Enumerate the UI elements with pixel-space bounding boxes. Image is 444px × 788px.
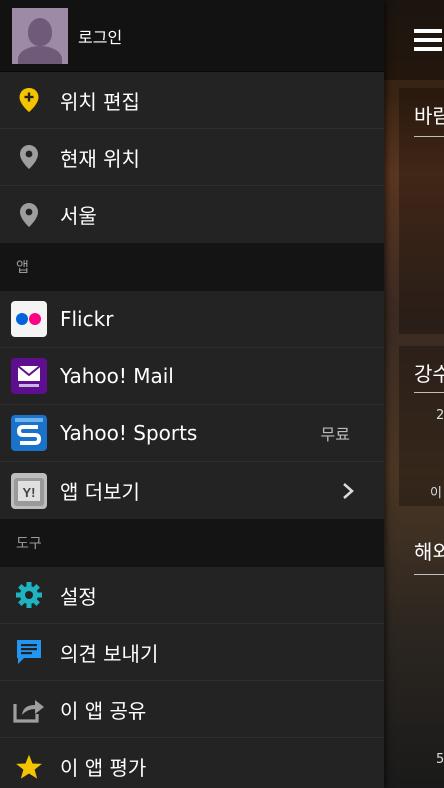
background-card-wind-title: 바람 [414, 104, 444, 128]
menu-item-edit-location[interactable]: 위치 편집 [0, 72, 384, 129]
login-label[interactable]: 로그인 [78, 24, 122, 48]
gear-icon [9, 575, 49, 615]
free-badge: 무료 [320, 425, 350, 444]
flickr-icon [9, 299, 49, 339]
menu-item-label: 이 앱 공유 [60, 698, 147, 723]
menu-icon[interactable] [414, 29, 442, 51]
star-icon [9, 747, 49, 787]
pin-icon [9, 137, 49, 177]
background-divider [414, 574, 444, 575]
menu-item-send-feedback[interactable]: 의견 보내기 [0, 624, 384, 681]
feedback-icon [9, 632, 49, 672]
avatar[interactable] [12, 7, 68, 64]
menu-item-settings[interactable]: 설정 [0, 567, 384, 624]
yahoo-more-icon: Y! [9, 471, 49, 511]
yahoo-sports-icon [9, 413, 49, 453]
background-value: 이 [430, 486, 442, 501]
background-card-global-title: 해외 [414, 540, 444, 564]
menu-item-label: 앱 더보기 [60, 480, 140, 504]
background-divider [414, 136, 444, 137]
chevron-right-icon [342, 482, 354, 504]
background-value: 2 [436, 408, 444, 423]
menu-item-label: Yahoo! Sports [60, 421, 198, 445]
menu-item-label: 현재 위치 [60, 146, 140, 171]
background-divider [414, 392, 444, 393]
background-card-rain-title: 강수 [414, 362, 444, 386]
menu-item-more-apps[interactable]: Y! 앱 더보기 [0, 462, 384, 519]
pin-add-icon [9, 80, 49, 120]
menu-item-label: 이 앱 평가 [60, 756, 147, 780]
navigation-drawer: 로그인 위치 편집 현재 위치 서울 앱 Flickr Yahoo! Mail … [0, 0, 384, 788]
section-header-tools: 도구 [0, 519, 384, 567]
menu-item-yahoo-mail[interactable]: Yahoo! Mail [0, 348, 384, 405]
menu-item-label: 서울 [60, 204, 97, 228]
pin-icon [9, 195, 49, 235]
menu-item-yahoo-sports[interactable]: Yahoo! Sports 무료 [0, 405, 384, 462]
share-icon [9, 689, 49, 729]
background-value: 5 [436, 752, 444, 767]
menu-item-label: 설정 [60, 584, 97, 609]
menu-item-label: Flickr [60, 307, 114, 331]
menu-item-label: 의견 보내기 [60, 641, 159, 666]
menu-item-label: 위치 편집 [60, 89, 140, 114]
section-header-apps: 앱 [0, 243, 384, 291]
yahoo-mail-icon [9, 356, 49, 396]
menu-item-flickr[interactable]: Flickr [0, 291, 384, 348]
menu-item-share-app[interactable]: 이 앱 공유 [0, 681, 384, 738]
menu-item-label: Yahoo! Mail [60, 364, 174, 388]
svg-text:Y!: Y! [23, 485, 36, 500]
menu-item-rate-app[interactable]: 이 앱 평가 [0, 738, 384, 788]
menu-item-seoul[interactable]: 서울 [0, 186, 384, 243]
profile-header[interactable]: 로그인 [0, 0, 384, 72]
menu-item-current-location[interactable]: 현재 위치 [0, 129, 384, 186]
